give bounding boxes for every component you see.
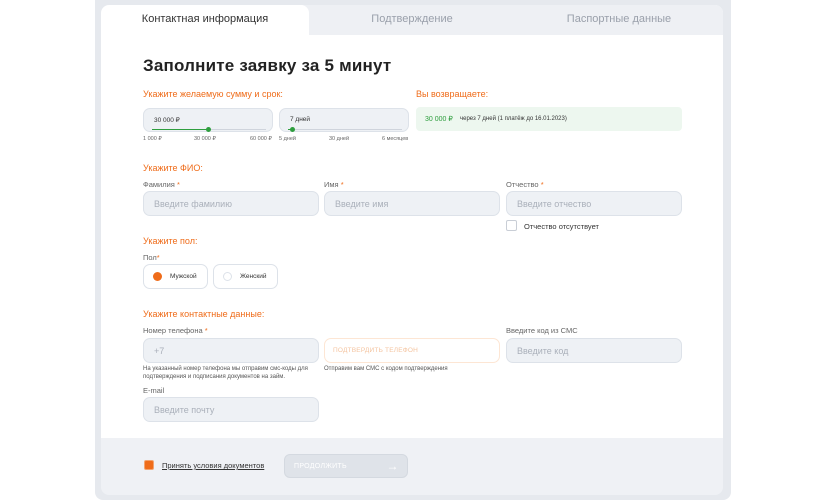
term-slider-field[interactable]: 7 дней (279, 108, 409, 132)
term-slider-thumb[interactable] (290, 127, 295, 132)
continue-label: ПРОДОЛЖИТЬ (294, 463, 347, 470)
contacts-section-label: Укажите контактные данные: (143, 309, 265, 319)
repay-summary: 30 000 ₽ через 7 дней (1 платёж до 16.01… (416, 107, 682, 131)
surname-input[interactable] (144, 192, 318, 215)
surname-label: Фамилия * (143, 180, 180, 189)
agree-terms-link[interactable]: Принять условия документов (162, 461, 264, 470)
first-name-label: Имя * (324, 180, 344, 189)
form-footer: Принять условия документов ПРОДОЛЖИТЬ → (101, 438, 723, 495)
gender-male-option[interactable]: Мужской (143, 264, 208, 289)
amount-value: 30 000 ₽ (154, 117, 180, 124)
confirm-phone-button[interactable]: ПОДТВЕРДИТЬ ТЕЛЕФОН (324, 338, 500, 363)
phone-field[interactable] (143, 338, 319, 363)
email-field[interactable] (143, 397, 319, 422)
loan-section-label: Укажите желаемую сумму и срок: (143, 89, 283, 99)
term-tick-min: 5 дней (279, 136, 296, 142)
confirm-phone-label: ПОДТВЕРДИТЬ ТЕЛЕФОН (333, 347, 419, 354)
repay-details: через 7 дней (1 платёж до 16.01.2023) (460, 116, 567, 122)
surname-field[interactable] (143, 191, 319, 216)
page-title: Заполните заявку за 5 минут (143, 56, 392, 75)
amount-tick-mid: 30 000 ₽ (194, 136, 216, 142)
tab-contact-info[interactable]: Контактная информация (101, 5, 309, 35)
tabs-bar: Контактная информация Подтверждение Пасп… (101, 5, 723, 35)
amount-slider-thumb[interactable] (206, 127, 211, 132)
sms-code-input[interactable] (507, 339, 681, 362)
tab-passport-data[interactable]: Паспортные данные (515, 5, 723, 35)
gender-field-label: Пол* (143, 253, 160, 262)
tab-confirmation[interactable]: Подтверждение (309, 5, 515, 35)
name-section-label: Укажите ФИО: (143, 163, 203, 173)
repay-amount: 30 000 ₽ (425, 116, 453, 123)
continue-button[interactable]: ПРОДОЛЖИТЬ → (284, 454, 408, 478)
sms-hint: Отправим вам СМС с кодом подтверждения (324, 366, 448, 372)
email-label: E-mail (143, 386, 165, 395)
radio-selected-icon (153, 272, 162, 281)
patronymic-label: Отчество * (506, 180, 544, 189)
email-input[interactable] (144, 398, 318, 421)
first-name-field[interactable] (324, 191, 500, 216)
no-patronymic-label: Отчество отсутствует (524, 222, 599, 231)
term-slider-track (288, 129, 402, 130)
gender-male-label: Мужской (170, 273, 197, 280)
amount-slider-fill (152, 129, 209, 130)
gender-female-label: Женский (240, 273, 267, 280)
sms-code-field[interactable] (506, 338, 682, 363)
term-value: 7 дней (290, 116, 311, 123)
amount-tick-max: 60 000 ₽ (250, 136, 272, 142)
agree-checkbox[interactable] (144, 460, 154, 470)
amount-tick-min: 1 000 ₽ (143, 136, 162, 142)
patronymic-input[interactable] (507, 192, 681, 215)
term-tick-max: 6 месяцев (382, 136, 409, 142)
phone-hint: На указанный номер телефона мы отправим … (143, 366, 308, 380)
repay-section-label: Вы возвращаете: (416, 89, 489, 99)
phone-label: Номер телефона * (143, 326, 208, 335)
application-form: Контактная информация Подтверждение Пасп… (101, 5, 723, 438)
patronymic-field[interactable] (506, 191, 682, 216)
arrow-right-icon: → (386, 459, 399, 473)
gender-female-option[interactable]: Женский (213, 264, 278, 289)
radio-unselected-icon (223, 272, 232, 281)
term-tick-mid: 30 дней (329, 136, 350, 142)
gender-section-label: Укажите пол: (143, 236, 198, 246)
amount-slider-field[interactable]: 30 000 ₽ (143, 108, 273, 132)
first-name-input[interactable] (325, 192, 499, 215)
no-patronymic-checkbox[interactable] (506, 220, 517, 231)
phone-input[interactable] (144, 339, 318, 362)
sms-code-label: Введите код из СМС (506, 326, 578, 335)
